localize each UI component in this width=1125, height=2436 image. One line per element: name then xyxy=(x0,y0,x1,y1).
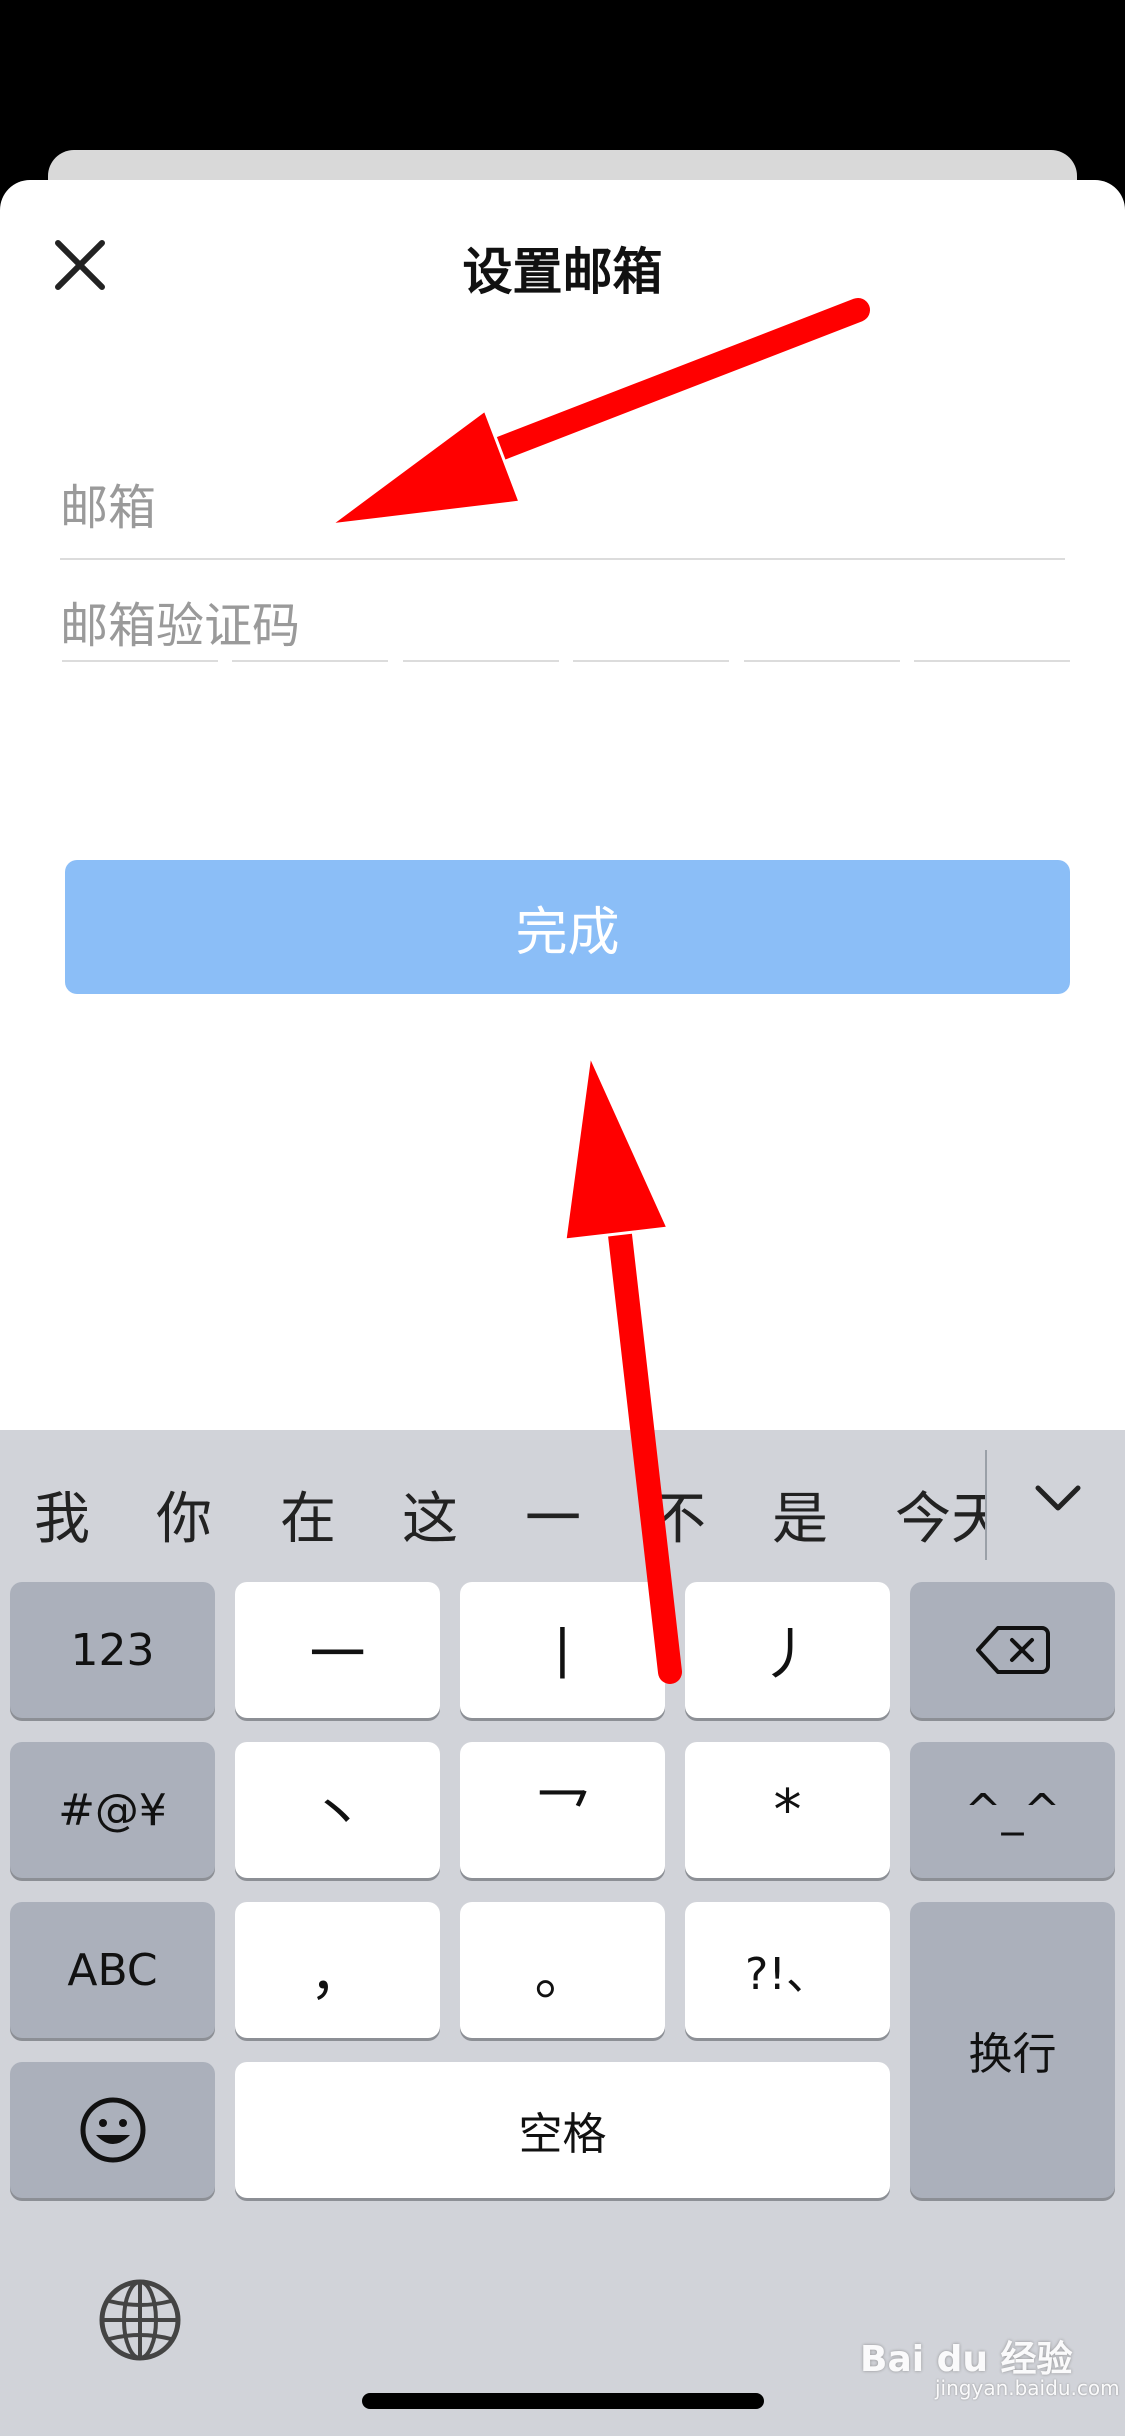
key-abc[interactable]: ABC xyxy=(10,1902,215,2038)
candidate-word[interactable]: 在 xyxy=(280,1474,336,1555)
smiley-icon xyxy=(80,2097,145,2163)
code-digit-underlines xyxy=(62,660,1070,664)
baidu-watermark: Bai du 经验 xyxy=(860,2339,1073,2380)
emoji-key[interactable] xyxy=(10,2062,215,2198)
candidate-word[interactable]: 这 xyxy=(402,1474,458,1555)
candidate-word[interactable]: 一 xyxy=(525,1474,581,1555)
home-indicator[interactable] xyxy=(362,2393,764,2409)
email-placeholder: 邮箱 xyxy=(60,480,157,536)
code-digit-slot xyxy=(573,660,730,662)
candidate-word[interactable]: 我 xyxy=(34,1474,90,1555)
key-stroke-h[interactable]: 一 xyxy=(235,1582,440,1718)
page-title: 设置邮箱 xyxy=(462,243,663,301)
key-symbols[interactable]: #@¥ xyxy=(10,1742,215,1878)
candidate-bar: 我 你 在 这 一 不 是 今天 xyxy=(0,1430,1125,1580)
watermark-url: jingyan.baidu.com xyxy=(935,2376,1120,2400)
candidate-word[interactable]: 是 xyxy=(772,1474,828,1555)
newline-key[interactable]: 换行 xyxy=(910,1902,1115,2198)
code-digit-slot xyxy=(62,660,218,662)
email-field[interactable]: 邮箱 xyxy=(60,468,1065,560)
key-stroke-p[interactable]: 丿 xyxy=(685,1582,890,1718)
key-stroke-d[interactable]: 丶 xyxy=(235,1742,440,1878)
email-setup-sheet xyxy=(0,180,1125,1430)
candidate-word[interactable]: 今天 xyxy=(895,1474,987,1555)
key-star[interactable]: * xyxy=(685,1742,890,1878)
key-period[interactable]: 。 xyxy=(460,1902,665,2038)
candidate-divider xyxy=(985,1450,987,1560)
verification-code-field[interactable]: 邮箱验证码 xyxy=(60,586,1065,654)
candidate-word[interactable]: 你 xyxy=(156,1474,212,1555)
code-digit-slot xyxy=(402,660,559,662)
key-stroke-s[interactable]: 丨 xyxy=(460,1582,665,1718)
key-punctuation[interactable]: ?!、 xyxy=(685,1902,890,2038)
delete-key[interactable] xyxy=(910,1582,1115,1718)
backspace-icon xyxy=(975,1626,1050,1674)
done-button[interactable]: 完成 xyxy=(65,860,1070,994)
chevron-down-icon[interactable] xyxy=(1030,1470,1086,1526)
key-123[interactable]: 123 xyxy=(10,1582,215,1718)
code-placeholder: 邮箱验证码 xyxy=(60,598,301,654)
key-kaomoji[interactable]: ^_^ xyxy=(910,1742,1115,1878)
code-digit-slot xyxy=(913,660,1070,662)
space-key[interactable]: 空格 xyxy=(235,2062,890,2198)
code-digit-slot xyxy=(743,660,900,662)
key-comma[interactable]: ， xyxy=(235,1902,440,2038)
globe-icon[interactable] xyxy=(95,2275,185,2365)
candidate-word[interactable]: 不 xyxy=(650,1474,706,1555)
code-digit-slot xyxy=(232,660,389,662)
key-stroke-z[interactable]: 乛 xyxy=(460,1742,665,1878)
